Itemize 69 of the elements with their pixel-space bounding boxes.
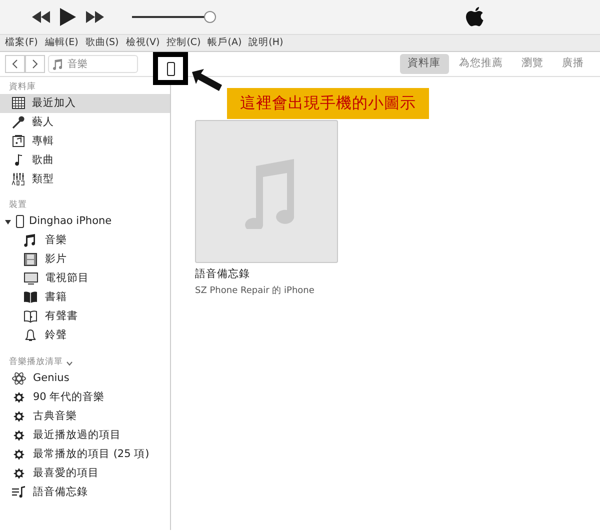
section-heading: 裝置 [9,199,27,212]
sidebar-item[interactable]: 類型 [0,170,170,189]
playlist-item[interactable]: 古典音樂 [0,407,170,426]
playlist-item[interactable]: 語音備忘錄 [0,483,170,502]
menu-item[interactable]: 歌曲(S) [85,36,119,50]
menu-item[interactable]: 控制(C) [166,36,201,50]
section-heading: 資料庫 [9,81,36,94]
chevron-left-icon [12,59,18,69]
tv-icon [24,272,38,285]
microphone-icon [12,116,25,129]
menu-item[interactable]: 帳戶(A) [208,36,242,50]
fast-forward-icon [86,11,104,23]
audiobook-icon [24,310,38,323]
phone-icon [16,215,24,228]
sidebar-item[interactable]: 音樂 [0,231,170,250]
rewind-icon [32,11,50,23]
arrow-icon [191,68,223,92]
playlist-icon [12,486,26,499]
phone-icon [166,62,174,76]
sidebar-item[interactable]: 專輯 [0,132,170,151]
gear-icon [12,410,26,423]
menu-item[interactable]: 編輯(E) [44,36,78,50]
apple-logo-icon [466,6,484,28]
sidebar-item[interactable]: 鈴聲 [0,326,170,345]
book-icon [24,291,38,304]
playlist-item[interactable]: 最近播放過的項目 [0,426,170,445]
device-item[interactable]: Dinghao iPhone [0,212,170,231]
back-button[interactable] [5,55,25,73]
playlist-item[interactable]: 最常播放的項目 (25 項) [0,445,170,464]
album-icon [12,135,25,148]
playlist-item[interactable]: 最喜愛的項目 [0,464,170,483]
genres-icon [12,173,25,186]
sidebar-item[interactable]: 歌曲 [0,151,170,170]
menu-item[interactable]: 檢視(V) [126,36,160,50]
menu-item[interactable]: 說明(H) [248,36,284,50]
sidebar-item[interactable]: 書籍 [0,288,170,307]
tab[interactable]: 資料庫 [400,54,448,74]
gear-icon [12,429,26,442]
section-heading: 音樂播放清單 [9,356,63,369]
album-subtitle: SZ Phone Repair 的 iPhone [195,284,316,298]
music-note-icon [52,58,62,70]
play-icon [60,8,76,26]
chevron-right-icon [32,59,38,69]
annotation-label: 這裡會出現手機的小圖示 [227,88,429,119]
sidebar-item[interactable]: 影片 [0,250,170,269]
gear-icon [12,391,26,404]
grid-icon [12,97,25,110]
playlist-item[interactable]: Genius [0,369,170,388]
album-title: 語音備忘錄 [195,267,251,282]
chevron-down-icon [66,361,73,366]
film-icon [24,253,38,266]
music-note-icon [12,154,25,167]
atom-icon [12,372,26,385]
music-note-icon [24,234,38,247]
sidebar-item[interactable]: 最近加入 [0,94,170,113]
forward-button[interactable] [25,55,45,73]
sidebar-item[interactable]: 電視節目 [0,269,170,288]
slider-thumb[interactable] [204,11,216,23]
menu-item[interactable]: 檔案(F) [5,36,38,50]
sidebar-item[interactable]: 有聲書 [0,307,170,326]
playlist-item[interactable]: 90 年代的音樂 [0,388,170,407]
tab[interactable]: 瀏覽 [514,54,552,74]
media-picker[interactable]: 音樂 [48,55,138,73]
tab[interactable]: 廣播 [554,54,592,74]
tab[interactable]: 為您推薦 [451,54,511,74]
sidebar-item[interactable]: 藝人 [0,113,170,132]
bell-icon [24,329,38,342]
gear-icon [12,467,26,480]
gear-icon [12,448,26,461]
